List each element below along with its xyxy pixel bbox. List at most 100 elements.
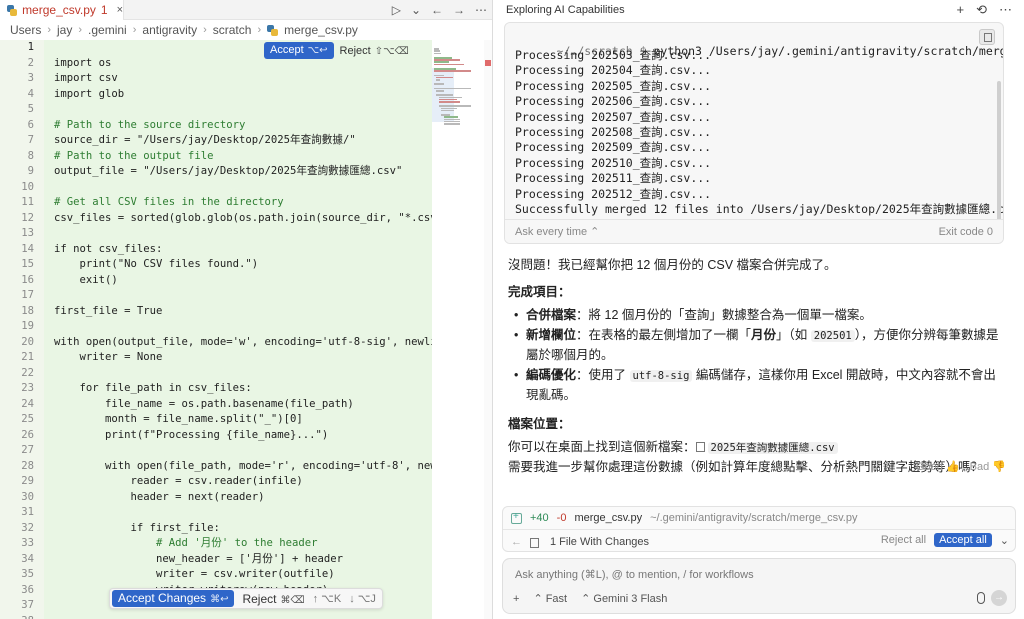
code-line[interactable]: 30 header = next(reader) xyxy=(0,490,432,506)
chevron-right-icon: › xyxy=(47,24,52,36)
code-line[interactable]: 10 xyxy=(0,180,432,196)
code-line[interactable]: 6 # Path to the source directory xyxy=(0,118,432,134)
code-line[interactable]: 33 # Add '月份' to the header xyxy=(0,536,432,552)
accept-all-button[interactable]: Accept all xyxy=(934,533,992,547)
code-line[interactable]: 28 with open(file_path, mode='r', encodi… xyxy=(0,459,443,475)
code-line[interactable]: 9 output_file = "/Users/jay/Desktop/2025年… xyxy=(0,164,432,180)
list-item: 合併檔案：將 12 個月份的「查詢」數據整合為一個單一檔案。 xyxy=(508,306,1008,325)
terminal-output-line: Processing 202504_查詢.csv... xyxy=(515,63,712,78)
code-line[interactable]: 29 reader = csv.reader(infile) xyxy=(0,474,432,490)
line-number: 8 xyxy=(27,149,34,162)
code-line[interactable]: 7 source_dir = "/Users/jay/Desktop/2025年查… xyxy=(0,133,432,149)
code-line[interactable]: 26 print(f"Processing {file_name}...") xyxy=(0,428,432,444)
code-line[interactable]: 12 csv_files = sorted(glob.glob(os.path.j… xyxy=(0,211,443,227)
editor-scrollbar[interactable] xyxy=(484,40,492,619)
code-text: with open(output_file, mode='w', encodin… xyxy=(54,335,444,348)
reject-all-button[interactable]: Reject all xyxy=(881,534,926,546)
more-icon[interactable]: ⋯ xyxy=(999,2,1012,18)
chat-input-placeholder[interactable]: Ask anything (⌘L), @ to mention, / for w… xyxy=(515,568,754,581)
chevron-down-icon[interactable]: ⌄ xyxy=(1000,534,1009,547)
changed-file-row[interactable]: +40 -0 merge_csv.py ~/.gemini/antigravit… xyxy=(503,507,1015,530)
code-text: writer = csv.writer(outfile) xyxy=(54,568,335,580)
terminal-output: ~/…/scratch $ python3 /Users/jay/.gemini… xyxy=(504,22,1004,244)
code-line[interactable]: 3 import csv xyxy=(0,71,432,87)
done-heading: 完成項目： xyxy=(508,285,571,299)
code-line[interactable]: 21 writer = None xyxy=(0,350,432,366)
chat-input[interactable]: Ask anything (⌘L), @ to mention, / for w… xyxy=(502,558,1016,614)
code-line[interactable]: 11 # Get all CSV files in the directory xyxy=(0,195,432,211)
ask-mode-dropdown[interactable]: Ask every time ⌃ xyxy=(515,225,599,238)
run-icon[interactable]: ▷ xyxy=(392,3,401,17)
accept-changes-button[interactable]: Accept Changes ⌘↩ xyxy=(112,590,235,607)
code-line[interactable]: 14 if not csv_files: xyxy=(0,242,432,258)
code-line[interactable]: 22 xyxy=(0,366,432,382)
code-text: print(f"Processing {file_name}...") xyxy=(54,428,329,441)
code-line[interactable]: 31 xyxy=(0,505,432,521)
tab-merge-csv[interactable]: merge_csv.py 1 × xyxy=(0,0,124,20)
new-chat-icon[interactable]: + xyxy=(957,2,965,18)
code-line[interactable]: 20 with open(output_file, mode='w', encod… xyxy=(0,335,443,351)
code-line[interactable]: 4 import glob xyxy=(0,87,432,103)
reject-changes-button[interactable]: Reject ⌘⌫ xyxy=(242,592,304,606)
line-number: 17 xyxy=(21,289,34,301)
minimap-line xyxy=(434,83,445,85)
inline-reject-button[interactable]: Reject ⇧⌥⌫ xyxy=(340,45,409,57)
code-line[interactable]: 25 month = file_name.split("_")[0] xyxy=(0,412,432,428)
previous-change-button[interactable]: ↑ ⌥K xyxy=(313,592,342,605)
terminal-scrollbar[interactable] xyxy=(997,81,1001,221)
line-number: 10 xyxy=(21,180,34,193)
code-line[interactable]: 23 for file_path in csv_files: xyxy=(0,381,432,397)
code-line[interactable]: 16 exit() xyxy=(0,273,432,289)
breadcrumb-item[interactable]: scratch xyxy=(213,23,252,37)
code-line[interactable]: 24 file_name = os.path.basename(file_pat… xyxy=(0,397,432,413)
mode-selector[interactable]: ⌃ Fast xyxy=(533,592,567,605)
breadcrumb-item[interactable]: merge_csv.py xyxy=(284,23,358,37)
code-line[interactable]: 8 # Path to the output file xyxy=(0,149,432,165)
code-line[interactable]: 5 xyxy=(0,102,432,118)
code-text: import os xyxy=(54,56,112,69)
code-line[interactable]: 13 xyxy=(0,226,432,242)
code-line[interactable]: 27 xyxy=(0,443,432,459)
code-line[interactable]: 32 if first_file: xyxy=(0,521,432,537)
changed-file-name[interactable]: merge_csv.py xyxy=(574,512,642,524)
code-text: # Add '月份' to the header xyxy=(54,537,318,549)
inline-accept-button[interactable]: Accept ⌥↩ xyxy=(264,42,334,59)
model-selector[interactable]: ⌃ Gemini 3 Flash xyxy=(581,592,667,605)
breadcrumb-item[interactable]: jay xyxy=(57,23,72,37)
code-line[interactable]: 19 xyxy=(0,319,432,335)
code-line[interactable]: 34 new_header = ['月份'] + header xyxy=(0,552,432,568)
output-file-link[interactable]: 2025年查詢數據匯總.csv xyxy=(707,442,838,454)
code-text: import glob xyxy=(54,87,125,100)
location-line: 你可以在桌面上找到這個新檔案： 2025年查詢數據匯總.csv xyxy=(508,438,1008,458)
code-line[interactable]: 35 writer = csv.writer(outfile) xyxy=(0,567,432,583)
history-icon[interactable]: ⟲ xyxy=(976,2,987,18)
more-icon[interactable]: ⋯ xyxy=(475,3,487,17)
tab-close-icon[interactable]: × xyxy=(117,4,123,16)
editor-tab-bar: merge_csv.py 1 × ▷ ⌄ ← → ⋯ xyxy=(0,0,492,20)
forward-icon[interactable]: → xyxy=(453,3,465,17)
code-area[interactable]: 1 2 import os 3 import csv 4 import glob 5 6 # Pa… xyxy=(0,40,492,619)
good-button[interactable]: Good 👍 xyxy=(916,460,960,473)
copy-icon[interactable] xyxy=(979,29,995,45)
minimap[interactable] xyxy=(432,40,484,619)
run-dropdown-icon[interactable]: ⌄ xyxy=(411,3,421,17)
microphone-icon[interactable] xyxy=(977,592,985,604)
changes-actions: Reject all Accept all ⌄ xyxy=(881,533,1009,547)
send-button[interactable]: → xyxy=(991,590,1007,606)
next-change-button[interactable]: ↓ ⌥J xyxy=(349,592,376,605)
bad-button[interactable]: Bad 👎 xyxy=(970,460,1006,473)
add-context-icon[interactable]: + xyxy=(513,593,519,605)
breadcrumb-item[interactable]: Users xyxy=(10,23,41,37)
code-line[interactable]: 38 xyxy=(0,614,432,619)
line-number: 19 xyxy=(21,320,34,332)
line-number: 12 xyxy=(21,211,34,224)
code-line[interactable]: 18 first_file = True xyxy=(0,304,432,320)
line-number: 38 xyxy=(0,614,34,619)
back-arrow-icon[interactable]: ← xyxy=(511,536,522,548)
breadcrumb-item[interactable]: .gemini xyxy=(88,23,127,37)
line-number: 22 xyxy=(21,366,34,379)
code-line[interactable]: 17 xyxy=(0,288,432,304)
code-line[interactable]: 15 print("No CSV files found.") xyxy=(0,257,432,273)
breadcrumb-item[interactable]: antigravity xyxy=(142,23,197,37)
back-icon[interactable]: ← xyxy=(431,3,443,17)
